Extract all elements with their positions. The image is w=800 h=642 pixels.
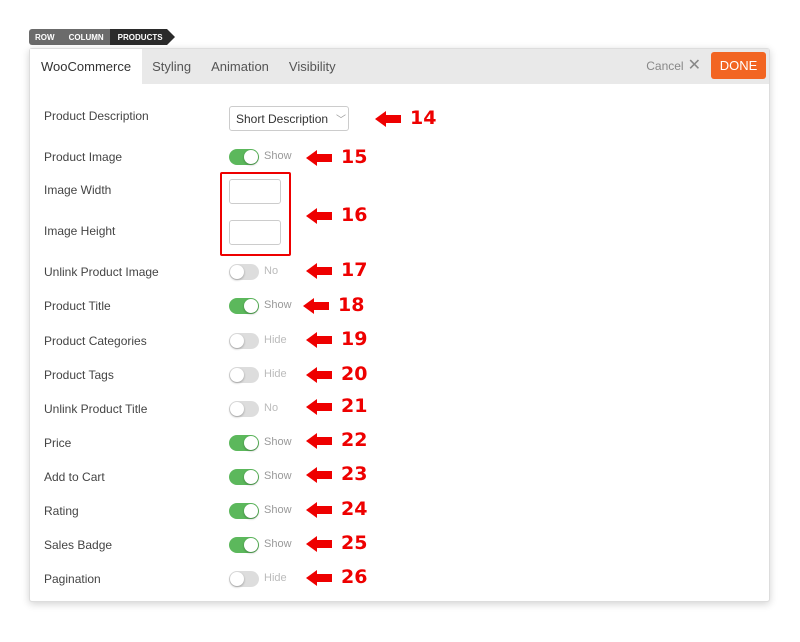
done-button[interactable]: DONE: [711, 52, 766, 79]
rating-label: Rating: [44, 504, 79, 518]
cancel-label: Cancel: [646, 59, 684, 73]
callout-number: 19: [341, 328, 368, 350]
product-image-toggle[interactable]: [229, 149, 259, 165]
add-to-cart-toggle[interactable]: [229, 469, 259, 485]
arrow-left-icon: [306, 502, 332, 518]
arrow-left-icon: [306, 536, 332, 552]
arrow-left-icon: [306, 367, 332, 383]
callout-number: 21: [341, 395, 368, 417]
toggle-knob: [244, 538, 258, 552]
price-toggle[interactable]: [229, 435, 259, 451]
product-tags-label: Product Tags: [44, 368, 114, 382]
callout-number: 25: [341, 532, 368, 554]
product-tags-toggle-label: Hide: [264, 368, 287, 380]
toggle-knob: [244, 150, 258, 164]
toggle-knob: [230, 572, 244, 586]
callout-number: 16: [341, 204, 368, 226]
breadcrumb-column[interactable]: COLUMN: [60, 29, 110, 45]
callout-number: 24: [341, 498, 368, 520]
callout-number: 22: [341, 429, 368, 451]
callout-number: 23: [341, 463, 368, 485]
sales-badge-toggle-label: Show: [264, 538, 292, 550]
callout-number: 14: [410, 107, 437, 129]
arrow-left-icon: [306, 433, 332, 449]
tab-woocommerce[interactable]: WooCommerce: [30, 49, 143, 84]
toggle-knob: [244, 436, 258, 450]
tab-visibility[interactable]: Visibility: [279, 49, 346, 84]
product-image-label: Product Image: [44, 150, 123, 164]
product-image-toggle-label: Show: [264, 150, 292, 162]
product-description-label: Product Description: [44, 109, 149, 123]
breadcrumb-row[interactable]: ROW: [29, 29, 61, 45]
arrow-left-icon: [303, 298, 329, 314]
tab-styling[interactable]: Styling: [142, 49, 201, 84]
product-categories-toggle-label: Hide: [264, 334, 287, 346]
pagination-label: Pagination: [44, 572, 101, 586]
unlink-product-title-label: Unlink Product Title: [44, 402, 148, 416]
rating-toggle[interactable]: [229, 503, 259, 519]
callout-number: 26: [341, 566, 368, 588]
arrow-left-icon: [306, 150, 332, 166]
toggle-knob: [244, 504, 258, 518]
unlink-product-image-toggle-label: No: [264, 265, 279, 277]
unlink-product-title-toggle-label: No: [264, 402, 279, 414]
select-value: Short Description: [236, 111, 329, 126]
tab-bar: WooCommerce Styling Animation Visibility…: [30, 49, 769, 84]
price-label: Price: [44, 436, 72, 450]
product-title-label: Product Title: [44, 299, 111, 313]
pagination-toggle[interactable]: [229, 571, 259, 587]
unlink-product-title-toggle[interactable]: [229, 401, 259, 417]
image-height-input[interactable]: [229, 220, 281, 245]
add-to-cart-label: Add to Cart: [44, 470, 105, 484]
toggle-knob: [244, 299, 258, 313]
arrow-left-icon: [306, 467, 332, 483]
product-description-select[interactable]: Short Description ﹀: [229, 106, 349, 131]
sales-badge-label: Sales Badge: [44, 538, 113, 552]
callout-number: 20: [341, 363, 368, 385]
tab-animation[interactable]: Animation: [201, 49, 279, 84]
arrow-left-icon: [306, 263, 332, 279]
unlink-product-image-toggle[interactable]: [229, 264, 259, 280]
arrow-left-icon: [306, 570, 332, 586]
product-title-toggle-label: Show: [264, 299, 292, 311]
toggle-knob: [230, 368, 244, 382]
image-width-label: Image Width: [44, 183, 112, 197]
toggle-knob: [230, 334, 244, 348]
add-to-cart-toggle-label: Show: [264, 470, 292, 482]
close-icon: ✕: [687, 57, 701, 74]
pagination-toggle-label: Hide: [264, 572, 287, 584]
toggle-knob: [230, 402, 244, 416]
image-width-input[interactable]: [229, 179, 281, 204]
image-height-label: Image Height: [44, 224, 116, 238]
settings-panel: WooCommerce Styling Animation Visibility…: [29, 48, 770, 602]
callout-number: 17: [341, 259, 368, 281]
sales-badge-toggle[interactable]: [229, 537, 259, 553]
arrow-left-icon: [306, 332, 332, 348]
product-title-toggle[interactable]: [229, 298, 259, 314]
rating-toggle-label: Show: [264, 504, 292, 516]
arrow-left-icon: [306, 208, 332, 224]
price-toggle-label: Show: [264, 436, 292, 448]
breadcrumb: ROW COLUMN PRODUCTS: [29, 29, 175, 45]
callout-number: 18: [338, 294, 365, 316]
unlink-product-image-label: Unlink Product Image: [44, 265, 159, 279]
toggle-knob: [230, 265, 244, 279]
product-tags-toggle[interactable]: [229, 367, 259, 383]
arrow-left-icon: [375, 111, 401, 127]
toggle-knob: [244, 470, 258, 484]
product-categories-label: Product Categories: [44, 334, 147, 348]
cancel-button[interactable]: Cancel ✕: [646, 57, 701, 74]
chevron-down-icon: ﹀: [336, 115, 347, 126]
arrow-left-icon: [306, 399, 332, 415]
breadcrumb-products[interactable]: PRODUCTS: [109, 29, 175, 45]
callout-number: 15: [341, 146, 368, 168]
product-categories-toggle[interactable]: [229, 333, 259, 349]
